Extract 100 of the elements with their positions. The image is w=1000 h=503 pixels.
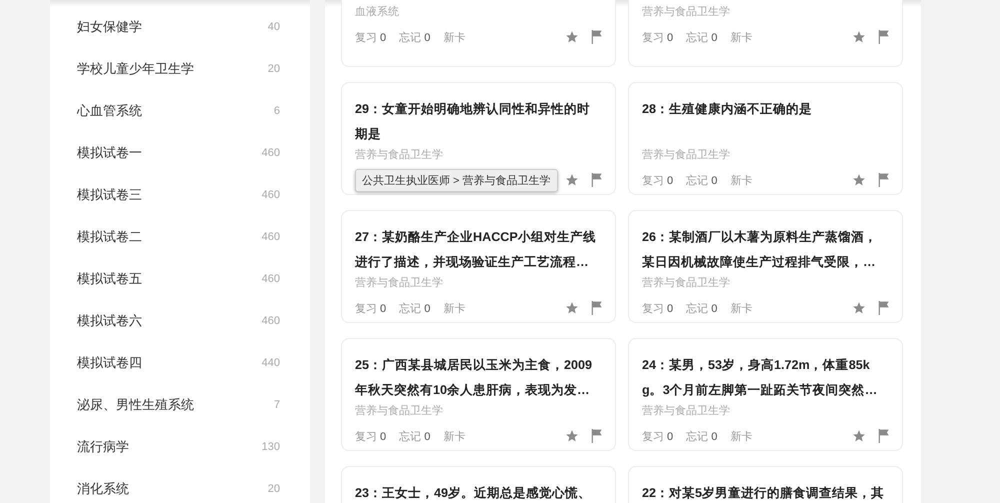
question-card[interactable]: 血液系统 复习 0 忘记 0 新卡	[341, 0, 616, 67]
stat-text: 复习 0	[642, 302, 674, 316]
item-label: 模拟试卷六	[77, 312, 142, 330]
star-icon[interactable]	[852, 173, 866, 187]
question-title: 24：某男，53岁，身高1.72m，体重85kg。3个月前左脚第一趾跖关节夜间突然…	[642, 357, 878, 399]
question-card[interactable]: 28：生殖健康内涵不正确的是 营养与食品卫生学 复习 0 忘记 0 新卡	[628, 82, 903, 195]
item-label: 学校儿童少年卫生学	[77, 60, 194, 78]
tooltip: 公共卫生执业医师 > 营养与食品卫生学	[355, 168, 558, 192]
item-label: 模拟试卷三	[77, 186, 142, 204]
star-icon[interactable]	[565, 301, 579, 315]
star-icon[interactable]	[565, 30, 579, 44]
question-title: 27：某奶酪生产企业HACCP小组对生产线进行了描述，并现场验证生产工艺流程…	[355, 229, 597, 271]
stat-text: 复习 0	[355, 430, 386, 444]
item-count: 20	[268, 483, 280, 495]
question-card[interactable]: 26：某制酒厂以木薯为原料生产蒸馏酒，某日因机械故障使生产过程排气受限，… 营养与食品卫生学 复习 0 忘记 0 新卡	[628, 210, 903, 323]
question-card[interactable]: 27：某奶酪生产企业HACCP小组对生产线进行了描述，并现场验证生产工艺流程… 营养与食品卫生学 复习 0 忘记 0 新卡	[341, 210, 616, 323]
sidebar-item[interactable]: 模拟试卷二 460	[50, 216, 310, 258]
subject-label: 营养与食品卫生学	[355, 276, 444, 291]
item-count: 460	[262, 273, 280, 285]
stat-text: 忘记 0	[686, 174, 718, 188]
item-label: 泌尿、男性生殖系统	[77, 396, 194, 414]
flag-icon[interactable]	[878, 301, 890, 315]
stat-text: 复习 0	[642, 30, 674, 44]
flag-icon[interactable]	[591, 30, 603, 44]
sidebar-item[interactable]: 流行病学 130	[50, 426, 310, 468]
sidebar-item[interactable]: 学校儿童少年卫生学 20	[50, 48, 310, 90]
stat-text: 复习 0	[355, 302, 386, 316]
stat-text: 复习 0	[642, 174, 674, 188]
sidebar-item[interactable]: 模拟试卷一 460	[50, 132, 310, 174]
question-card[interactable]: 24：某男，53岁，身高1.72m，体重85kg。3个月前左脚第一趾跖关节夜间突然… 营养与食品卫生学 复习 0 忘记 0 新卡	[628, 338, 903, 451]
star-icon[interactable]	[565, 429, 579, 443]
star-icon[interactable]	[852, 301, 866, 315]
item-count: 6	[274, 105, 280, 117]
question-title: 22：对某5岁男童进行的膳食调查结果，其	[642, 485, 886, 502]
subject-label: 血液系统	[355, 4, 400, 20]
question-title: 25：广西某县城居民以玉米为主食，2009年秋天突然有10余人患肝病，表现为发…	[355, 357, 594, 399]
subject-label: 营养与食品卫生学	[355, 148, 444, 163]
star-icon[interactable]	[852, 429, 866, 443]
stat-text: 新卡	[730, 174, 752, 188]
sidebar-item[interactable]: 模拟试卷三 460	[50, 174, 310, 216]
item-count: 130	[262, 441, 280, 453]
sidebar-item[interactable]: 模拟试卷六 460	[50, 300, 310, 342]
subject-label: 营养与食品卫生学	[642, 276, 731, 291]
sidebar-item[interactable]: 妇女保健学 40	[50, 6, 310, 48]
flag-icon[interactable]	[878, 30, 890, 44]
item-count: 460	[262, 189, 280, 201]
stat-text: 忘记 0	[399, 30, 430, 44]
stat-text: 忘记 0	[686, 30, 718, 44]
question-card[interactable]: 25：广西某县城居民以玉米为主食，2009年秋天突然有10余人患肝病，表现为发… 营养与食品卫生学 复习 0 忘记 0 新卡	[341, 338, 616, 451]
stat-text: 忘记 0	[399, 430, 430, 444]
item-count: 7	[274, 399, 280, 411]
flag-icon[interactable]	[878, 429, 890, 443]
star-icon[interactable]	[852, 30, 866, 44]
question-card[interactable]: 22：对某5岁男童进行的膳食调查结果，其	[628, 466, 903, 503]
item-count: 460	[262, 315, 280, 327]
sidebar-item[interactable]: 消化系统 20	[50, 468, 310, 503]
subject-label: 营养与食品卫生学	[355, 404, 444, 419]
item-label: 模拟试卷四	[77, 354, 142, 372]
stat-text: 新卡	[443, 30, 466, 44]
stat-text: 忘记 0	[686, 430, 718, 444]
stat-text: 新卡	[730, 30, 752, 44]
question-card[interactable]: 29：女童开始明确地辨认同性和异性的时期是 营养与食品卫生学 公共卫生执业医师 > 营养与食品卫生学	[341, 82, 616, 195]
sidebar-item[interactable]: 心血管系统 6	[50, 90, 310, 132]
question-card[interactable]: 营养与食品卫生学 复习 0 忘记 0 新卡	[628, 0, 903, 67]
stat-text: 新卡	[730, 430, 752, 444]
subject-label: 营养与食品卫生学	[642, 4, 731, 20]
item-label: 模拟试卷五	[77, 270, 142, 288]
subject-label: 营养与食品卫生学	[642, 404, 731, 419]
flag-icon[interactable]	[591, 301, 603, 315]
question-card[interactable]: 23：王女士，49岁。近期总是感觉心慌、	[341, 466, 616, 503]
sidebar-item[interactable]: 模拟试卷四 440	[50, 342, 310, 384]
stat-text: 忘记 0	[399, 302, 430, 316]
question-title: 26：某制酒厂以木薯为原料生产蒸馏酒，某日因机械故障使生产过程排气受限，…	[642, 229, 878, 271]
item-count: 460	[262, 231, 280, 243]
item-label: 模拟试卷一	[77, 144, 142, 162]
item-count: 20	[268, 63, 280, 75]
question-title: 28：生殖健康内涵不正确的是	[642, 101, 814, 118]
stat-text: 新卡	[730, 302, 752, 316]
subject-label: 营养与食品卫生学	[642, 148, 731, 163]
stat-text: 新卡	[443, 302, 466, 316]
sidebar-item[interactable]: 泌尿、男性生殖系统 7	[50, 384, 310, 426]
sidebar-item[interactable]: 模拟试卷五 460	[50, 258, 310, 300]
stat-text: 新卡	[443, 430, 466, 444]
item-label: 消化系统	[77, 480, 129, 498]
item-count: 460	[262, 147, 280, 159]
flag-icon[interactable]	[591, 429, 603, 443]
item-count: 40	[268, 21, 280, 33]
stat-text: 复习 0	[642, 430, 674, 444]
item-count: 440	[262, 357, 280, 369]
item-label: 流行病学	[77, 438, 129, 456]
flag-icon[interactable]	[591, 173, 603, 187]
stat-text: 复习 0	[355, 30, 386, 44]
stat-text: 忘记 0	[686, 302, 718, 316]
star-icon[interactable]	[565, 173, 579, 187]
question-title: 23：王女士，49岁。近期总是感觉心慌、	[355, 485, 592, 502]
question-title: 29：女童开始明确地辨认同性和异性的时期是	[355, 101, 592, 143]
flag-icon[interactable]	[878, 173, 890, 187]
item-label: 心血管系统	[77, 102, 142, 120]
item-label: 模拟试卷二	[77, 228, 142, 246]
item-label: 妇女保健学	[77, 18, 142, 36]
